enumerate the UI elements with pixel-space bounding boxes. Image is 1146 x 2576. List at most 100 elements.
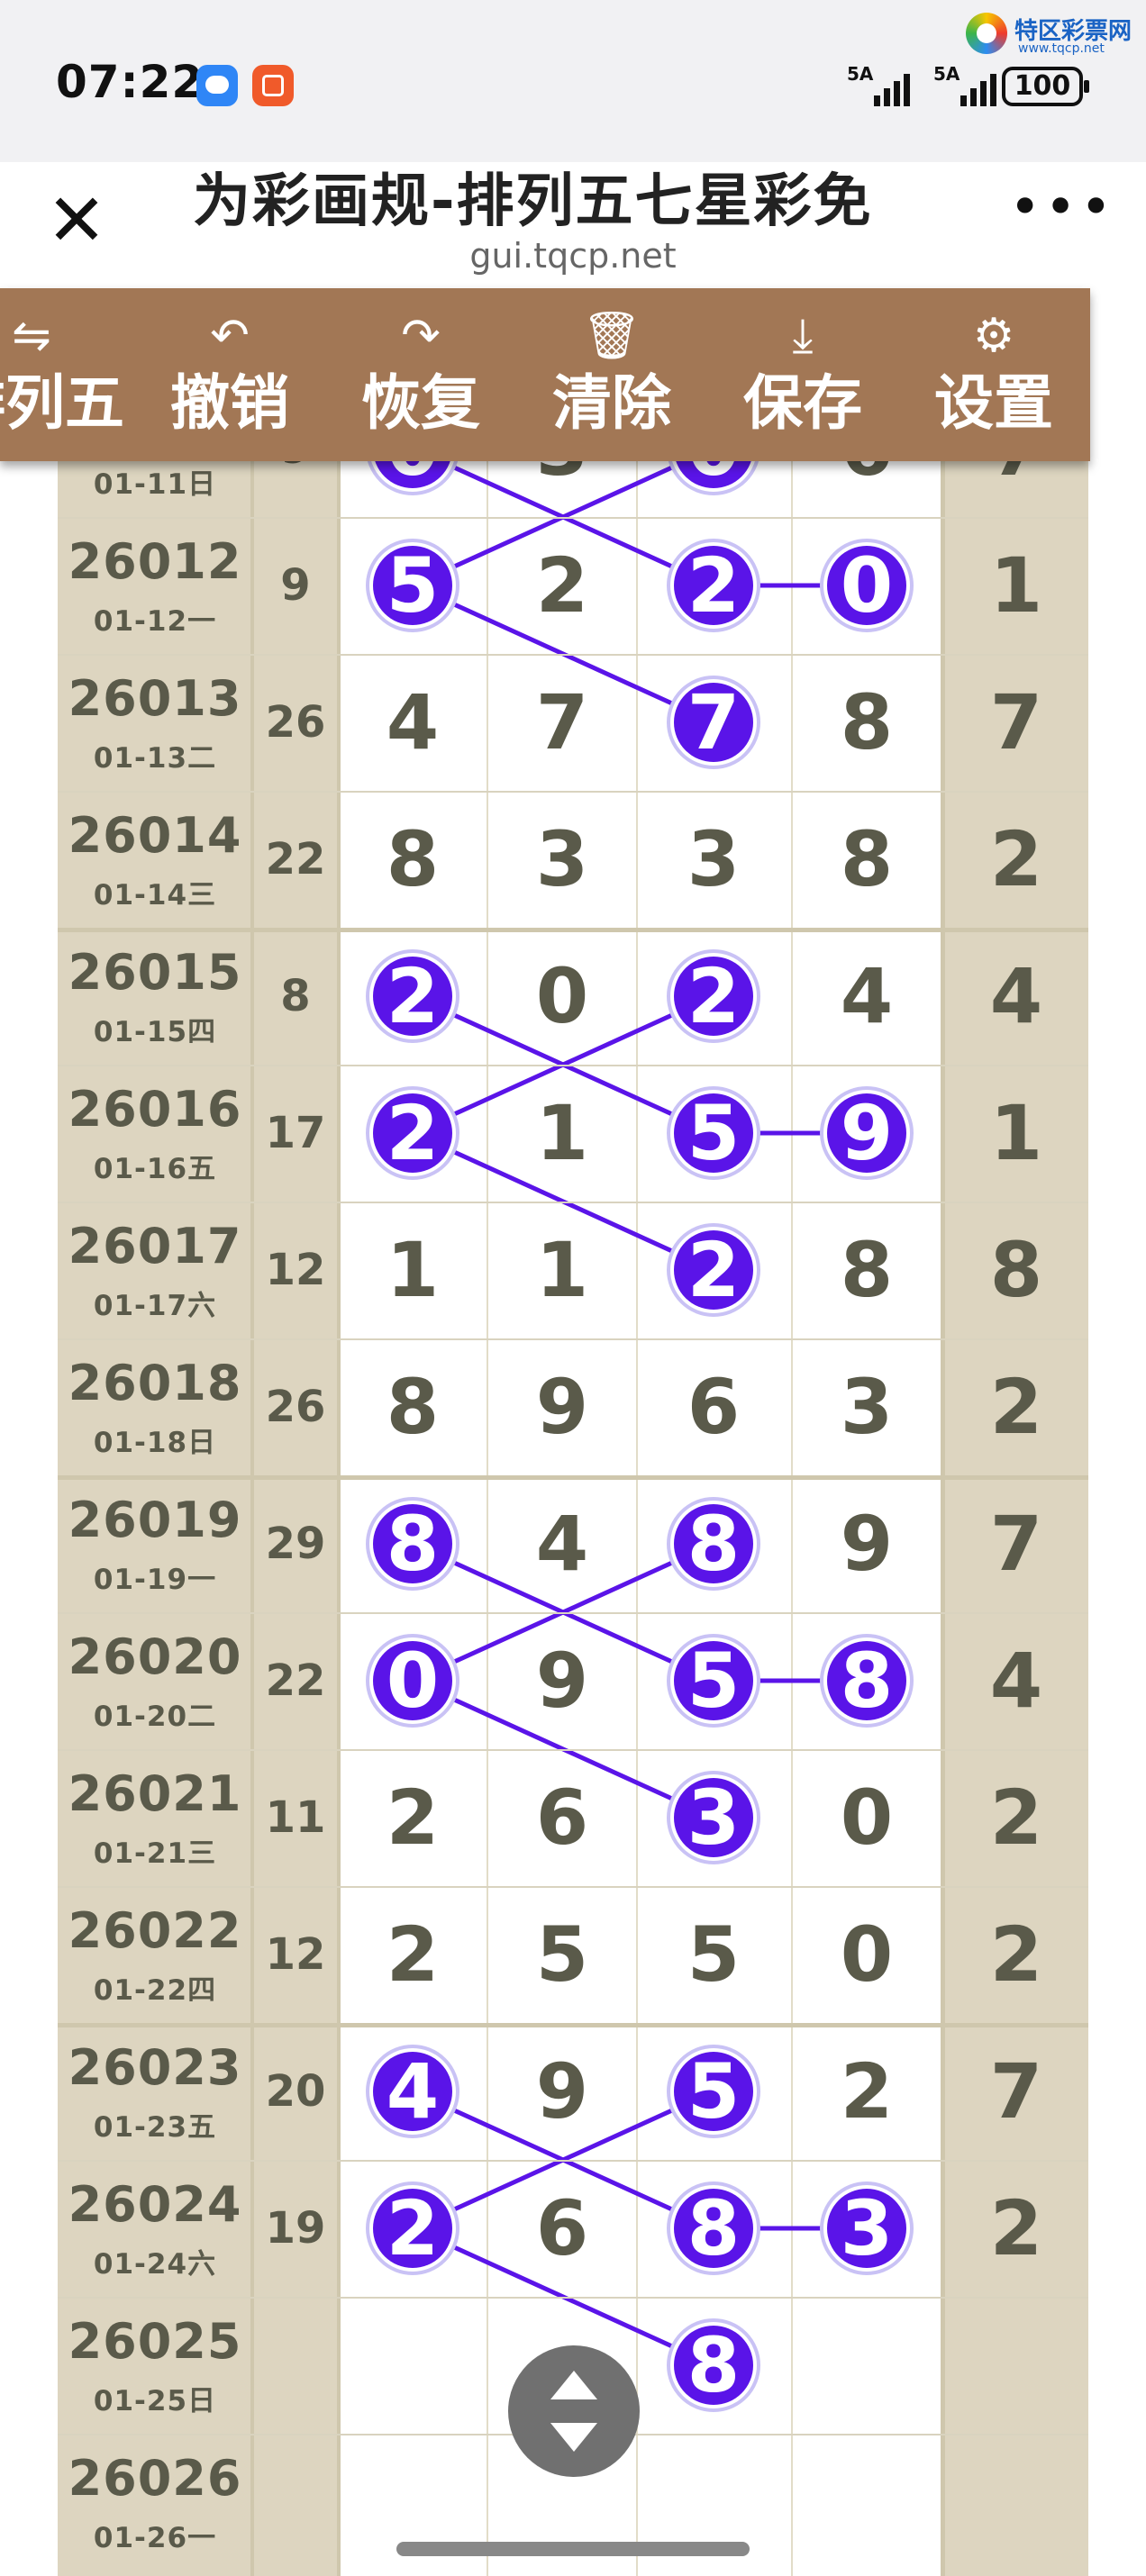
digit-cell[interactable]: 3: [804, 1362, 930, 1452]
digit-cell[interactable]: 3: [650, 1773, 777, 1863]
digit-cell[interactable]: 2: [350, 951, 476, 1041]
digit-cell[interactable]: 9: [804, 1088, 930, 1178]
digit-cell[interactable]: 7: [953, 1499, 1079, 1589]
digit-cell[interactable]: 2: [804, 2046, 930, 2136]
scroll-toggle-button[interactable]: [508, 2345, 640, 2477]
digit-cell[interactable]: 4: [350, 2046, 476, 2136]
arrow-down-icon: [550, 2423, 597, 2452]
home-indicator[interactable]: [396, 2542, 750, 2556]
digit-cell[interactable]: 8: [650, 2183, 777, 2273]
digit-cell[interactable]: 8: [350, 1499, 476, 1589]
digit-cell[interactable]: 6: [650, 1362, 777, 1452]
digit-cell[interactable]: 7: [499, 677, 625, 767]
row-divider: [58, 1065, 1088, 1066]
issue-number: 26020: [68, 1628, 242, 1685]
toolbar-redo-button[interactable]: ↷ 恢复: [335, 288, 506, 461]
signal-label: 5A: [847, 63, 874, 85]
digit-cell[interactable]: 2: [953, 814, 1079, 904]
toolbar-gear-button[interactable]: ⚙ 设置: [908, 288, 1079, 461]
digit-cell[interactable]: 0: [804, 1909, 930, 2000]
digit-cell[interactable]: 8: [350, 814, 476, 904]
toolbar-label: 撤销: [170, 368, 289, 438]
digit-cell[interactable]: 4: [804, 951, 930, 1041]
digit-cell[interactable]: 5: [499, 1909, 625, 2000]
digit-cell[interactable]: 2: [953, 1362, 1079, 1452]
toolbar-swap-button[interactable]: ⇋排列五: [0, 288, 124, 461]
digit-cell[interactable]: 4: [499, 1499, 625, 1589]
digit-cell[interactable]: 0: [804, 1773, 930, 1863]
issue-date: 01-16五: [93, 1153, 217, 1185]
digit-cell[interactable]: 0: [499, 951, 625, 1041]
sum-value: 19: [265, 2203, 326, 2254]
digit-cell[interactable]: 8: [804, 677, 930, 767]
digit-cell[interactable]: 1: [499, 1088, 625, 1178]
digit-cell[interactable]: 8: [350, 1362, 476, 1452]
digit-cell[interactable]: 8: [804, 814, 930, 904]
digit-cell[interactable]: 7: [953, 2046, 1079, 2136]
issue-date: 01-11日: [93, 468, 217, 501]
digit-cell[interactable]: 3: [804, 2183, 930, 2273]
toolbar-label: 清除: [552, 368, 671, 438]
digit-cell[interactable]: 2: [350, 1909, 476, 2000]
toolbar-download-button[interactable]: ⤓ 保存: [717, 288, 888, 461]
more-menu-button[interactable]: •••: [1009, 180, 1112, 243]
digit-cell[interactable]: 6: [499, 2183, 625, 2273]
digit-cell[interactable]: 0: [350, 461, 476, 494]
digit-cell[interactable]: 7: [650, 677, 777, 767]
digit-cell[interactable]: 8: [804, 1225, 930, 1315]
digit-cell[interactable]: 9: [804, 1499, 930, 1589]
issue-number: 26014: [68, 807, 242, 864]
issue-date: 01-14三: [93, 879, 217, 912]
toolbar-trash-button[interactable]: 🗑 清除: [526, 288, 697, 461]
digit-cell[interactable]: 8: [953, 1225, 1079, 1315]
digit-cell[interactable]: 5: [650, 1088, 777, 1178]
digit-cell[interactable]: 1: [499, 1225, 625, 1315]
digit-cell[interactable]: 2: [953, 1909, 1079, 2000]
digit-cell[interactable]: 6: [804, 461, 930, 494]
digit-cell[interactable]: 2: [650, 951, 777, 1041]
digit-cell[interactable]: 8: [804, 1636, 930, 1726]
digit-cell[interactable]: 4: [953, 1636, 1079, 1726]
digit-cell[interactable]: 4: [350, 677, 476, 767]
toolbar-label: 保存: [743, 368, 862, 438]
digit-cell[interactable]: 4: [953, 951, 1079, 1041]
digit-cell[interactable]: 9: [499, 1362, 625, 1452]
digit-cell[interactable]: 0: [804, 540, 930, 630]
digit-cell[interactable]: 1: [953, 1088, 1079, 1178]
digit-cell[interactable]: 6: [499, 1773, 625, 1863]
digit-cell[interactable]: 2: [953, 1773, 1079, 1863]
digit-cell[interactable]: 7: [953, 677, 1079, 767]
digit-cell[interactable]: 2: [499, 540, 625, 630]
toolbar-undo-button[interactable]: ↶ 撤销: [144, 288, 315, 461]
issue-number: 26016: [68, 1081, 242, 1138]
digit-cell[interactable]: 8: [650, 1499, 777, 1589]
digit-cell[interactable]: 5: [350, 540, 476, 630]
digit-cell[interactable]: 3: [499, 461, 625, 494]
sum-value: 12: [265, 1245, 326, 1295]
digit-cell[interactable]: 3: [650, 814, 777, 904]
digit-cell[interactable]: 9: [499, 1636, 625, 1726]
issue-number: 26022: [68, 1902, 242, 1959]
digit-cell[interactable]: 2: [650, 1225, 777, 1315]
digit-cell[interactable]: 5: [650, 2046, 777, 2136]
digit-cell[interactable]: 5: [650, 1909, 777, 2000]
issue-date: 01-24六: [93, 2248, 217, 2281]
digit-cell[interactable]: 1: [350, 1225, 476, 1315]
digit-cell[interactable]: 3: [499, 814, 625, 904]
digit-cell[interactable]: 2: [350, 1773, 476, 1863]
issue-number: 26025: [68, 2313, 242, 2370]
digit-cell[interactable]: 2: [350, 1088, 476, 1178]
trend-chart-grid[interactable]: 2601101-11日9030672601201-12一952201260130…: [0, 461, 1146, 2576]
digit-cell[interactable]: 2: [953, 2183, 1079, 2273]
digit-cell[interactable]: 0: [650, 461, 777, 494]
row-divider: [58, 928, 1088, 932]
digit-cell[interactable]: 9: [499, 2046, 625, 2136]
digit-cell[interactable]: 2: [650, 540, 777, 630]
digit-cell[interactable]: 2: [350, 2183, 476, 2273]
issue-number: 26015: [68, 944, 242, 1001]
digit-cell[interactable]: 1: [953, 540, 1079, 630]
digit-cell[interactable]: 5: [650, 1636, 777, 1726]
digit-cell[interactable]: 0: [350, 1636, 476, 1726]
digit-cell[interactable]: 7: [953, 461, 1079, 494]
digit-cell[interactable]: 8: [650, 2320, 777, 2410]
